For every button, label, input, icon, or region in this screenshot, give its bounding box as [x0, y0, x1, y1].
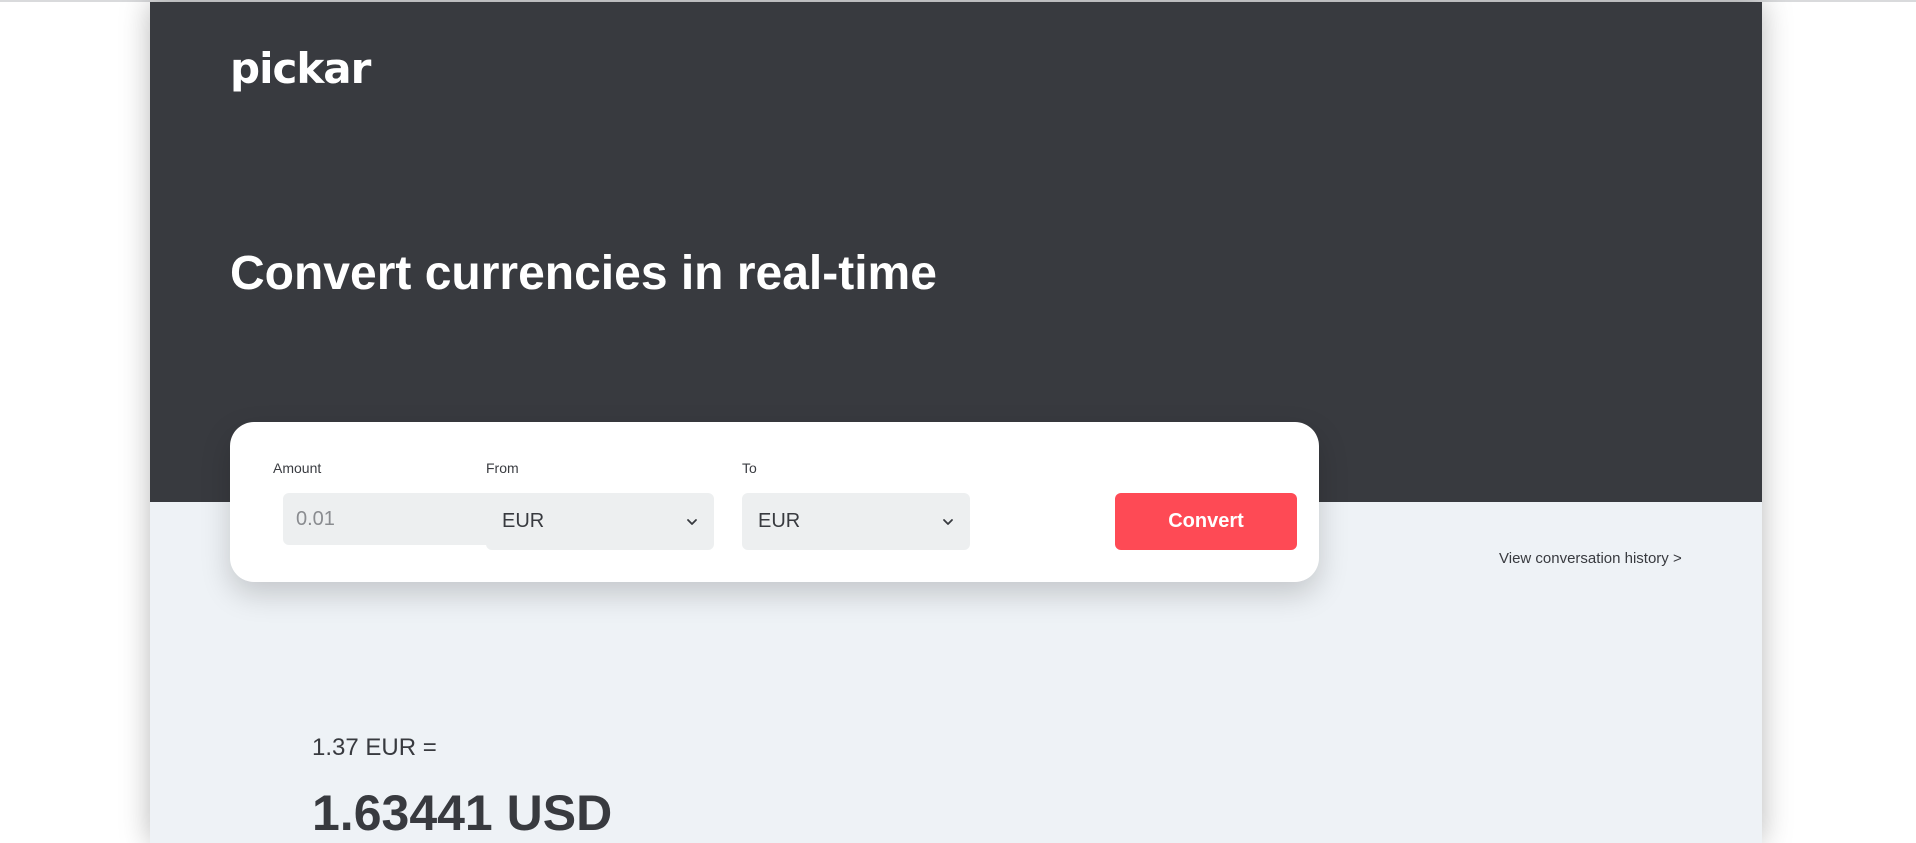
chevron-down-icon [687, 518, 697, 525]
brand-logo[interactable]: pickar [230, 48, 371, 90]
view-history-link[interactable]: View conversation history > [1499, 550, 1682, 567]
converter-card: Amount From EUR To EUR Convert [230, 422, 1319, 582]
amount-label: Amount [273, 460, 322, 476]
convert-button[interactable]: Convert [1115, 493, 1297, 550]
chevron-down-icon [943, 518, 953, 525]
result-converted-amount: 1.63441 USD [312, 785, 613, 841]
from-currency-select[interactable]: EUR [486, 493, 714, 550]
amount-input[interactable] [283, 493, 502, 545]
page-title: Convert currencies in real-time [230, 247, 937, 300]
from-currency-value: EUR [502, 510, 545, 532]
to-label: To [742, 460, 757, 476]
to-currency-value: EUR [758, 510, 801, 532]
to-currency-select[interactable]: EUR [742, 493, 970, 550]
from-label: From [486, 460, 519, 476]
result-source-amount: 1.37 EUR = [312, 734, 437, 761]
page-container: pickar Convert currencies in real-time A… [150, 2, 1762, 843]
